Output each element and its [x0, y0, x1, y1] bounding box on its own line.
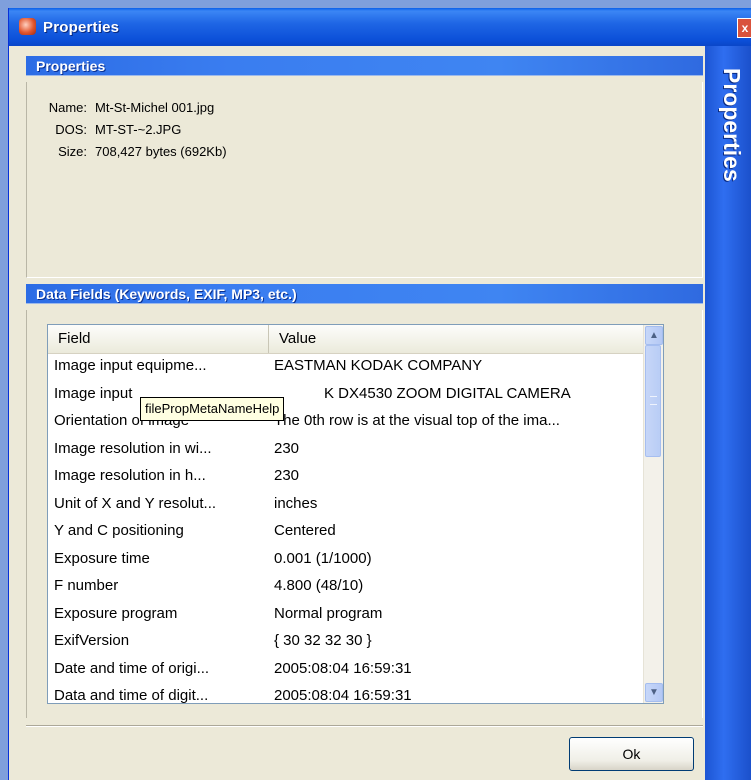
field-cell: ExifVersion — [54, 632, 130, 649]
table-row[interactable]: Image resolution in h... 230 — [48, 463, 645, 491]
field-cell: Image resolution in h... — [54, 467, 206, 484]
value-cell: EASTMAN KODAK COMPANY — [274, 357, 483, 374]
prop-label: Size: — [58, 144, 87, 159]
side-banner: Properties — [705, 46, 751, 780]
value-cell: The 0th row is at the visual top of the … — [274, 412, 560, 429]
field-cell: Date and time of origi... — [54, 659, 210, 677]
scroll-down-icon[interactable]: ▼ — [645, 683, 663, 702]
table-row[interactable]: Orientation of image The 0th row is at th… — [48, 408, 645, 436]
table-row[interactable]: ExifVersion { 30 32 32 30 } — [48, 628, 645, 656]
table-row[interactable]: Image resolution in wi... 230 — [48, 436, 645, 464]
value-cell: 230 — [274, 439, 300, 457]
column-header-field[interactable]: Field — [48, 325, 269, 353]
table-header: Field Value — [48, 325, 645, 354]
value-cell: 230 — [274, 467, 300, 484]
window-title: Properties — [43, 19, 120, 36]
table-row[interactable]: Image input equipme... EASTMAN KODAK COMP… — [48, 353, 645, 381]
prop-label: Name: — [48, 100, 87, 115]
value-cell: 2005:08:04 16:59:31 — [274, 659, 412, 677]
close-button[interactable]: x — [737, 18, 751, 38]
title-bar[interactable]: Properties x — [9, 8, 751, 46]
vertical-scrollbar[interactable]: ▲ ▼ — [643, 325, 663, 703]
scroll-thumb[interactable] — [645, 345, 661, 457]
prop-value: 708,427 bytes (692Kb) — [95, 144, 227, 159]
field-cell: Image input equipme... — [54, 357, 207, 374]
data-fields-section-title: Data Fields (Keywords, EXIF, MP3, etc.) — [36, 286, 297, 302]
data-fields-panel: Field Value Image input equipme... EASTMA… — [26, 310, 703, 718]
prop-label: DOS: — [55, 122, 87, 137]
properties-section-title: Properties — [36, 58, 106, 74]
table-row[interactable]: Unit of X and Y resolut... inches — [48, 491, 645, 519]
value-cell: 4.800 (48/10) — [274, 577, 364, 594]
value-cell: Centered — [274, 522, 336, 539]
scroll-up-icon[interactable]: ▲ — [645, 326, 663, 345]
table-row[interactable]: Exposure time 0.001 (1/1000) — [48, 546, 645, 574]
ok-button[interactable]: Ok — [569, 737, 694, 771]
properties-window: Properties x Properties Name: Mt-St-Mich… — [8, 8, 751, 780]
value-cell: K DX4530 ZOOM DIGITAL CAMERA — [324, 384, 571, 402]
field-cell: Exposure time — [54, 549, 150, 567]
value-cell: Normal program — [274, 604, 383, 622]
tooltip: filePropMetaNameHelp — [140, 397, 285, 421]
table-body: Image input equipme... EASTMAN KODAK COMP… — [48, 353, 645, 704]
table-row[interactable]: Exposure program Normal program — [48, 601, 645, 629]
table-row[interactable]: Date and time of origi... 2005:08:04 16:5… — [48, 656, 645, 684]
properties-section-header: Properties — [26, 56, 703, 76]
table-row[interactable]: Image input K DX4530 ZOOM DIGITAL CAMERA — [48, 381, 645, 409]
grip-icon — [650, 396, 657, 405]
app-icon — [19, 18, 36, 35]
data-fields-table[interactable]: Field Value Image input equipme... EASTMA… — [47, 324, 664, 704]
field-cell: Image resolution in wi... — [54, 439, 212, 457]
field-cell: Data and time of digit... — [54, 687, 209, 704]
value-cell: inches — [274, 494, 318, 512]
field-cell: Exposure program — [54, 604, 178, 622]
properties-panel: Name: Mt-St-Michel 001.jpg DOS: MT-ST-~2… — [26, 82, 703, 278]
data-fields-section-header: Data Fields (Keywords, EXIF, MP3, etc.) — [26, 284, 703, 304]
value-cell: { 30 32 32 30 } — [274, 632, 372, 649]
prop-value: Mt-St-Michel 001.jpg — [95, 100, 215, 115]
side-banner-title: Properties — [719, 68, 745, 182]
footer-divider — [26, 725, 703, 727]
value-cell: 2005:08:04 16:59:31 — [274, 687, 412, 704]
table-row[interactable]: F number 4.800 (48/10) — [48, 573, 645, 601]
table-row[interactable]: Data and time of digit... 2005:08:04 16:5… — [48, 683, 645, 704]
table-row[interactable]: Y and C positioning Centered — [48, 518, 645, 546]
field-cell: F number — [54, 577, 119, 594]
value-cell: 0.001 (1/1000) — [274, 549, 372, 567]
prop-value: MT-ST-~2.JPG — [95, 122, 182, 137]
field-cell: Y and C positioning — [54, 522, 184, 539]
field-cell: Unit of X and Y resolut... — [54, 494, 217, 512]
column-header-value[interactable]: Value — [269, 325, 645, 353]
